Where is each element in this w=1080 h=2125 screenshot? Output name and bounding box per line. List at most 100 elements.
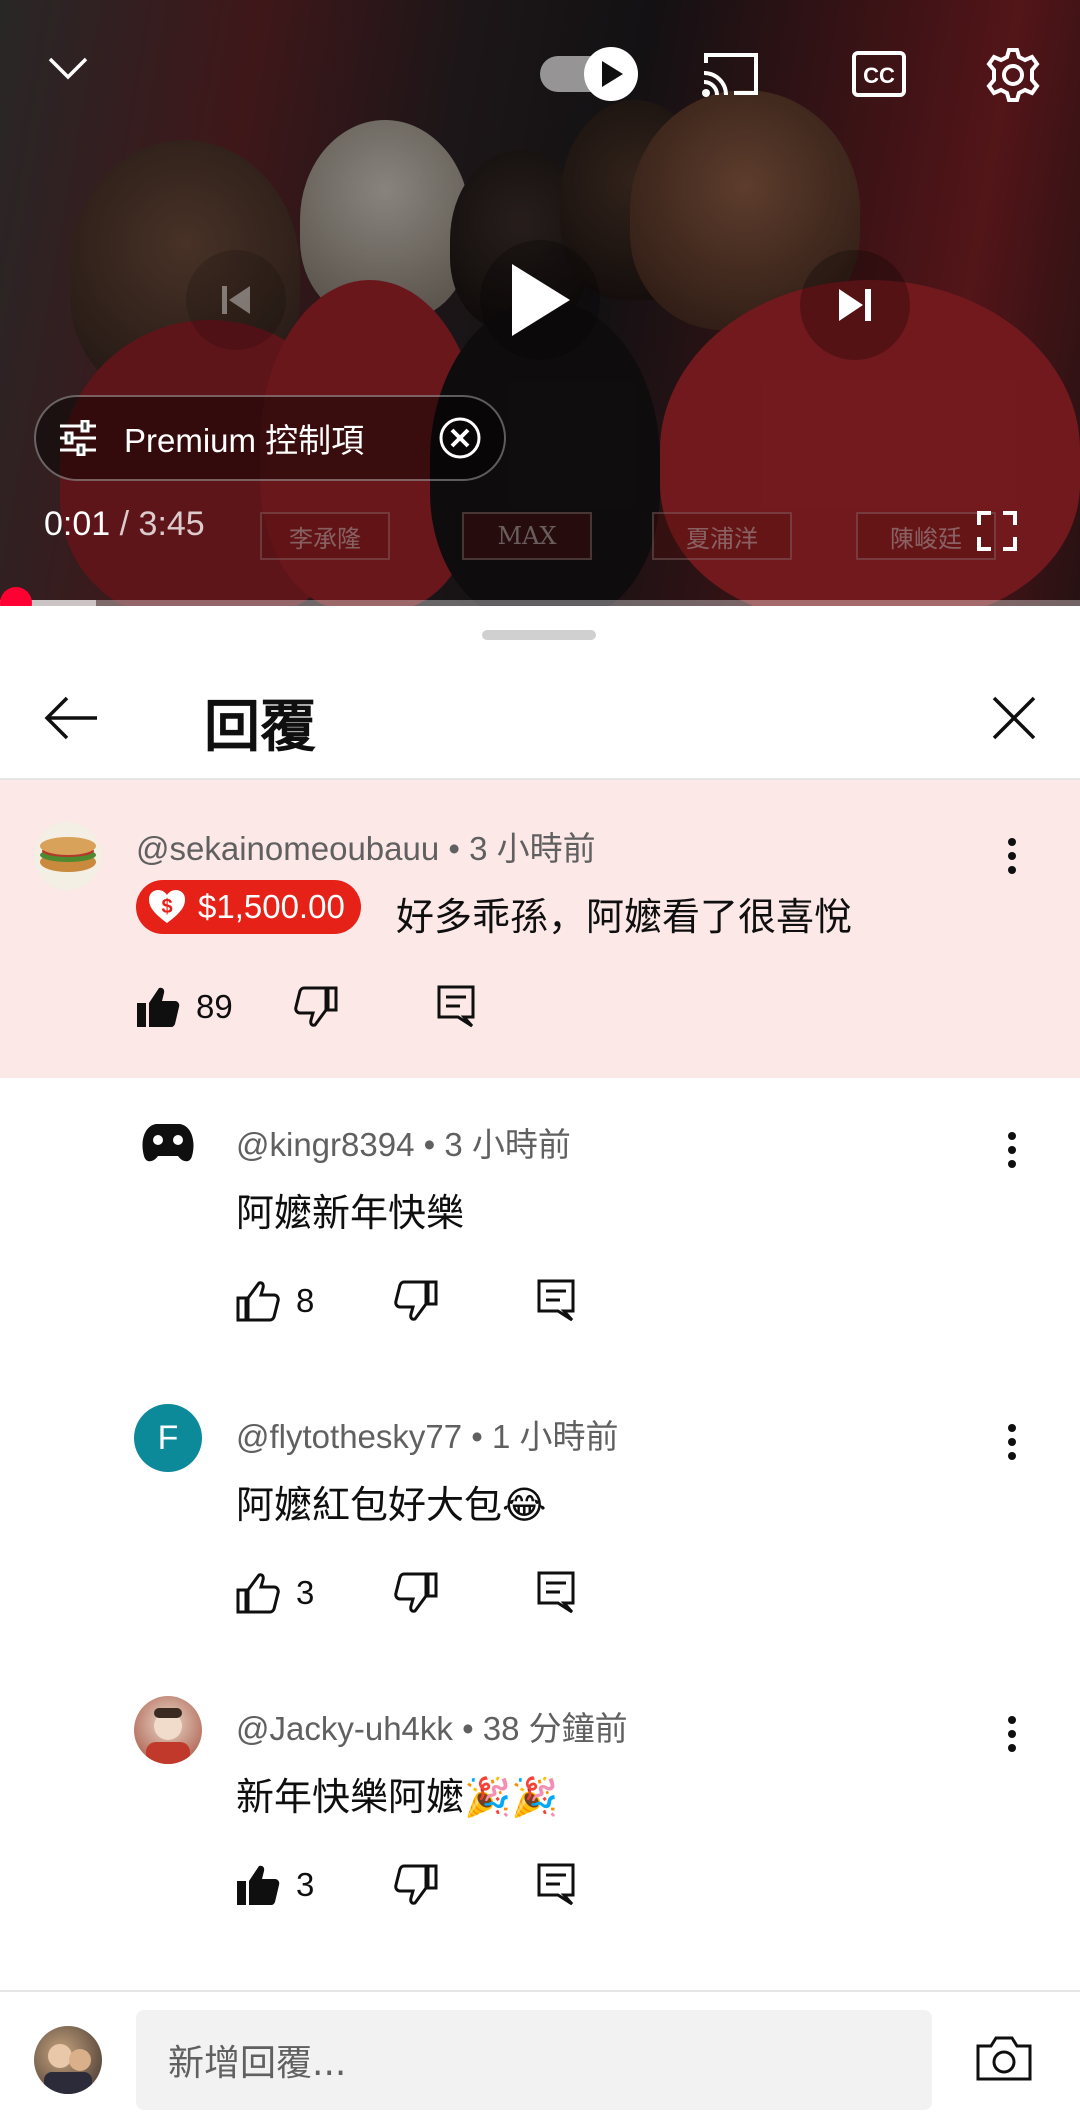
premium-controls-label: Premium 控制項 xyxy=(124,422,365,459)
settings-gear-icon xyxy=(986,48,1040,102)
super-thanks-amount: $1,500.00 xyxy=(198,888,345,925)
more-vertical-icon xyxy=(1008,1132,1016,1168)
like-button[interactable]: 3 xyxy=(236,1572,314,1614)
comment-more-button[interactable] xyxy=(984,1122,1040,1178)
close-panel-button[interactable] xyxy=(984,688,1044,748)
skip-previous-icon xyxy=(222,286,250,314)
thumbs-up-icon xyxy=(236,1281,280,1322)
settings-button[interactable] xyxy=(980,42,1046,108)
avatar[interactable] xyxy=(34,822,102,890)
like-button[interactable]: 89 xyxy=(136,986,233,1028)
reply-button[interactable] xyxy=(436,984,476,1028)
cast-button[interactable] xyxy=(696,44,766,104)
comment-author[interactable]: @kingr8394 xyxy=(236,1126,414,1163)
super-thanks-badge: $ $1,500.00 xyxy=(136,880,361,934)
comment-time: 1 小時前 xyxy=(492,1418,619,1455)
more-vertical-icon xyxy=(1008,838,1016,874)
comment-author[interactable]: @sekainomeoubauu xyxy=(136,830,439,867)
avatar[interactable] xyxy=(134,1112,202,1180)
dislike-button[interactable] xyxy=(394,1572,438,1614)
avatar[interactable]: F xyxy=(134,1404,202,1472)
panel-header: 回覆 xyxy=(0,646,1080,778)
comment-meta: @kingr8394 • 3 小時前 xyxy=(236,1126,571,1163)
comment-meta: @sekainomeoubauu • 3 小時前 xyxy=(136,830,596,867)
comment-author[interactable]: @flytothesky77 xyxy=(236,1418,462,1455)
like-button[interactable]: 3 xyxy=(236,1864,314,1906)
like-count: 8 xyxy=(296,1282,315,1319)
reply-comment-icon xyxy=(537,1571,575,1614)
time-separator: / xyxy=(110,505,139,543)
thumbs-down-icon xyxy=(294,986,338,1027)
more-vertical-icon xyxy=(1008,1424,1016,1460)
fullscreen-icon xyxy=(977,511,1017,551)
add-reply-input[interactable]: 新增回覆... xyxy=(136,2010,932,2110)
thumbs-up-filled-icon xyxy=(137,987,180,1027)
comment-more-button[interactable] xyxy=(984,828,1040,884)
captions-button[interactable]: CC xyxy=(846,44,912,104)
chevron-down-icon xyxy=(48,57,88,80)
play-icon xyxy=(602,61,623,87)
arrow-left-icon xyxy=(44,696,97,740)
close-icon xyxy=(992,696,1036,740)
comment-text: 新年快樂阿嬤🎉🎉 xyxy=(236,1766,559,1821)
dislike-button[interactable] xyxy=(394,1280,438,1322)
reply-comment-icon xyxy=(537,1279,575,1322)
photo-avatar-icon xyxy=(146,1708,190,1764)
comment-more-button[interactable] xyxy=(984,1414,1040,1470)
reply-button[interactable] xyxy=(536,1862,576,1906)
comment-text: 阿嬤紅包好大包😂 xyxy=(236,1474,546,1529)
video-player[interactable]: 李承隆 MAX 夏浦洋 陳峻廷 CC Premium 控制項 0:01 / 3:… xyxy=(0,0,1080,606)
reply-comment: @kingr8394 • 3 小時前 阿嬤新年快樂 8 xyxy=(0,1078,1080,1370)
fullscreen-button[interactable] xyxy=(974,508,1020,554)
back-button[interactable] xyxy=(36,688,106,748)
reply-comment-icon xyxy=(437,985,475,1028)
like-count: 3 xyxy=(296,1574,315,1611)
comment-text: 阿嬤新年快樂 xyxy=(236,1191,465,1235)
autoplay-toggle[interactable] xyxy=(540,40,642,104)
svg-text:$: $ xyxy=(161,896,172,918)
reply-comment: F @flytothesky77 • 1 小時前 阿嬤紅包好大包😂 3 xyxy=(0,1370,1080,1662)
drag-handle[interactable] xyxy=(482,630,596,640)
comment-meta: @flytothesky77 • 1 小時前 xyxy=(236,1418,619,1455)
panel-title: 回覆 xyxy=(204,695,316,760)
like-count: 89 xyxy=(196,988,233,1025)
thumbs-up-icon xyxy=(236,1573,280,1614)
previous-video-button[interactable] xyxy=(186,250,286,350)
play-icon xyxy=(512,264,570,336)
total-duration: 3:45 xyxy=(138,505,205,543)
comment-text: 好多乖孫，阿嬤看了很喜悅 xyxy=(396,895,853,939)
premium-controls-chip[interactable]: Premium 控制項 xyxy=(34,395,506,481)
heart-dollar-icon: $ xyxy=(149,890,185,923)
dislike-button[interactable] xyxy=(294,986,338,1028)
close-premium-chip-button[interactable] xyxy=(438,416,482,460)
camera-button[interactable] xyxy=(972,2028,1036,2088)
like-count: 3 xyxy=(296,1866,315,1903)
close-circle-icon xyxy=(439,417,481,459)
reply-composer: 新增回覆... xyxy=(0,1990,1080,2125)
next-video-button[interactable] xyxy=(800,250,910,360)
cast-icon xyxy=(702,53,758,97)
current-time: 0:01 xyxy=(44,505,111,543)
avatar[interactable] xyxy=(134,1696,202,1764)
reply-comment-icon xyxy=(537,1863,575,1906)
like-button[interactable]: 8 xyxy=(236,1280,314,1322)
reply-comment: @Jacky-uh4kk • 38 分鐘前 新年快樂阿嬤🎉🎉 3 xyxy=(0,1662,1080,1962)
reply-button[interactable] xyxy=(536,1570,576,1614)
play-button[interactable] xyxy=(480,240,600,360)
captions-icon: CC xyxy=(852,51,906,97)
reply-button[interactable] xyxy=(536,1278,576,1322)
comment-more-button[interactable] xyxy=(984,1706,1040,1762)
minimize-player-button[interactable] xyxy=(38,38,98,98)
user-avatar[interactable] xyxy=(34,2026,102,2094)
comment-author[interactable]: @Jacky-uh4kk xyxy=(236,1710,453,1747)
thumbs-down-icon xyxy=(394,1572,438,1613)
skip-next-icon xyxy=(839,289,871,321)
comment-time: 3 小時前 xyxy=(469,830,596,867)
sandwich-avatar-icon xyxy=(40,837,96,872)
party-popper-emoji: 🎉🎉 xyxy=(464,1775,559,1819)
thumbs-down-icon xyxy=(394,1280,438,1321)
playback-time: 0:01 / 3:45 xyxy=(44,505,205,544)
thumbs-down-icon xyxy=(394,1864,438,1905)
dislike-button[interactable] xyxy=(394,1864,438,1906)
photo-avatar-icon xyxy=(44,2044,92,2094)
